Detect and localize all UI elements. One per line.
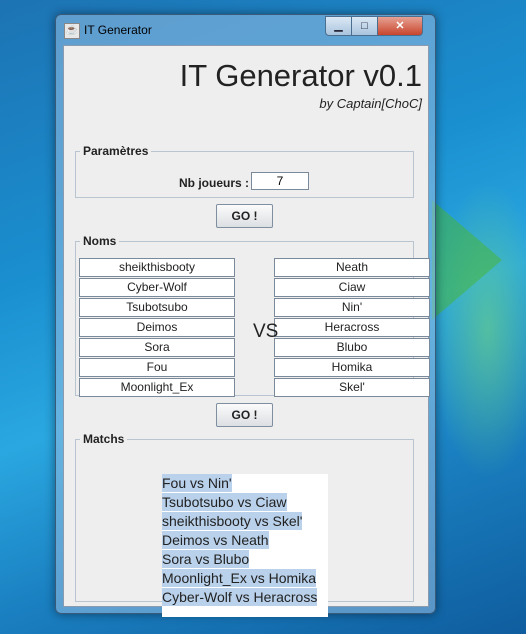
match-line: Moonlight_Ex vs Homika <box>162 569 317 587</box>
app-subtitle: by Captain[ChoC] <box>319 96 422 111</box>
nb-joueurs-label: Nb joueurs : <box>179 176 250 190</box>
name-field-left[interactable]: Sora <box>79 338 235 357</box>
name-field-left[interactable]: Tsubotsubo <box>79 298 235 317</box>
matchs-legend: Matchs <box>83 432 125 446</box>
params-group: Paramètres Nb joueurs : 7 <box>75 144 414 198</box>
match-line: Deimos vs Neath <box>162 531 269 549</box>
name-field-right[interactable]: Skel' <box>274 378 430 397</box>
match-line: sheikthisbooty vs Skel' <box>162 512 303 530</box>
go-button-generate-names[interactable]: GO ! <box>216 204 273 228</box>
name-field-right[interactable]: Neath <box>274 258 430 277</box>
app-title: IT Generator v0.1 <box>179 58 422 93</box>
title-bar[interactable]: ☕ IT Generator ▁ □ ✕ <box>56 15 435 43</box>
content-panel: IT Generator v0.1 by Captain[ChoC] Param… <box>63 45 430 617</box>
java-icon: ☕ <box>64 23 80 39</box>
go-button-generate-matchs[interactable]: GO ! <box>216 403 273 427</box>
minimize-button[interactable]: ▁ <box>325 16 352 36</box>
name-field-left[interactable]: Moonlight_Ex <box>79 378 235 397</box>
maximize-button[interactable]: □ <box>351 16 378 36</box>
match-line: Cyber-Wolf vs Heracross <box>162 588 318 606</box>
matchs-text-area[interactable]: Fou vs Nin' Tsubotsubo vs Ciaw sheikthisbo… <box>162 474 328 617</box>
name-field-right[interactable]: Blubo <box>274 338 430 357</box>
nb-joueurs-input[interactable]: 7 <box>251 172 309 190</box>
close-button[interactable]: ✕ <box>377 16 423 36</box>
name-field-right[interactable]: Ciaw <box>274 278 430 297</box>
name-field-left[interactable]: Fou <box>79 358 235 377</box>
name-field-right[interactable]: Heracross <box>274 318 430 337</box>
window-title: IT Generator <box>84 23 152 37</box>
match-line: Sora vs Blubo <box>162 550 250 568</box>
name-field-left[interactable]: Cyber-Wolf <box>79 278 235 297</box>
match-line: Tsubotsubo vs Ciaw <box>162 493 287 511</box>
name-field-left[interactable]: sheikthisbooty <box>79 258 235 277</box>
params-legend: Paramètres <box>83 144 149 158</box>
noms-group: Noms sheikthisbooty Cyber-Wolf Tsubotsubo D… <box>75 234 430 397</box>
name-field-right[interactable]: Homika <box>274 358 430 377</box>
desktop-logo-fragment <box>432 200 502 320</box>
noms-legend: Noms <box>83 234 117 248</box>
vs-label: VS <box>253 321 279 342</box>
matchs-group: Matchs Fou vs Nin' Tsubotsubo vs Ciaw shei… <box>75 432 414 617</box>
app-window: ☕ IT Generator ▁ □ ✕ IT Generator v0.1 b… <box>55 14 436 617</box>
name-field-right[interactable]: Nin' <box>274 298 430 317</box>
match-line: Fou vs Nin' <box>162 474 232 492</box>
name-field-left[interactable]: Deimos <box>79 318 235 337</box>
